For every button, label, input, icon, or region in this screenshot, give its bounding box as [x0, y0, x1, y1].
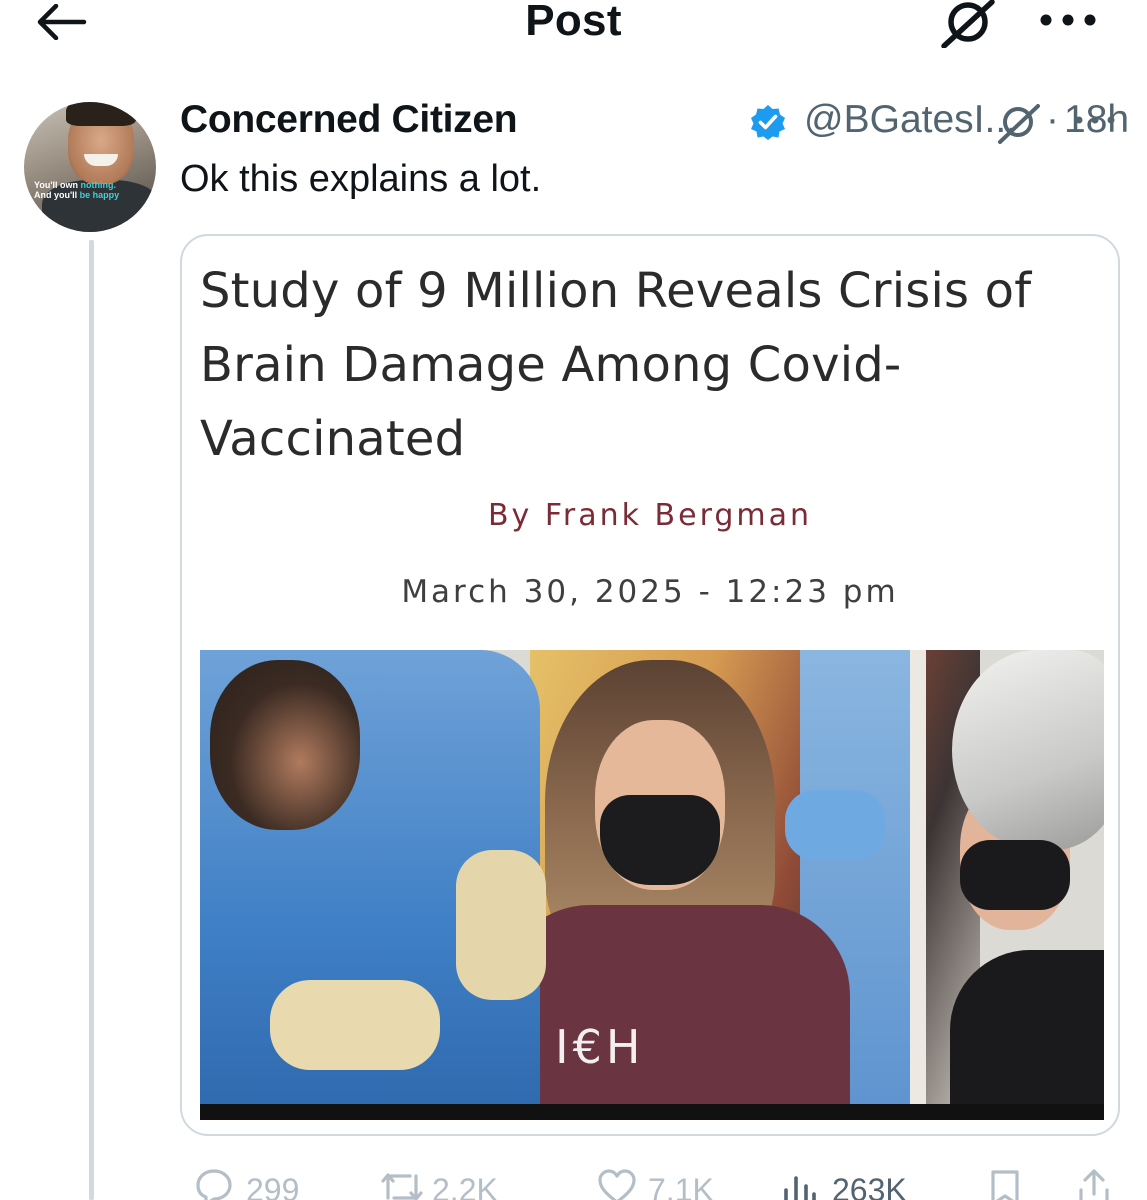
photo-bottom-bar [200, 1104, 1104, 1120]
analytics-bar-icon [784, 1176, 816, 1200]
article-byline: By Frank Bergman [487, 498, 813, 533]
photo-girl-mask [600, 795, 720, 885]
like-count: 7.1K [648, 1172, 714, 1200]
avatar[interactable] [24, 102, 156, 232]
post-action-bar: 299 2.2K 7.1K 263K [180, 1158, 1120, 1200]
photo-nurse-mask [960, 840, 1070, 910]
photo-blue-glove [785, 790, 885, 860]
avatar-hair [66, 102, 136, 126]
author-display-name[interactable]: Concerned Citizen [180, 98, 518, 142]
bookmark-icon [991, 1170, 1019, 1200]
article-dateline: March 30, 2025 - 12:23 pm [401, 574, 899, 610]
avatar-caption: You'll own nothing. And you'll be happy [34, 180, 154, 200]
embedded-image-card[interactable]: Study of 9 Million Reveals Crisis of Bra… [180, 234, 1120, 1136]
more-horizontal-icon [1075, 116, 1115, 124]
photo-nurse-body [950, 950, 1104, 1120]
heart-icon [598, 1169, 636, 1200]
photo-glove-syringe [270, 980, 440, 1070]
article-headline: Study of 9 Million Reveals Crisis of Bra… [200, 263, 1032, 467]
post-header: Concerned Citizen @BGatesI... · 18h [180, 98, 1129, 144]
article-photo: I€H [200, 650, 1104, 1120]
post-more-button[interactable] [1072, 110, 1118, 130]
avatar-caption-line1: You'll own [34, 180, 78, 190]
photo-shirt-text: I€H [555, 1020, 645, 1074]
avatar-caption-accent1: nothing. [80, 180, 116, 190]
more-horizontal-icon [1040, 14, 1096, 26]
views-count: 263K [832, 1172, 907, 1200]
grok-icon [941, 0, 995, 49]
top-bar: Post [0, 0, 1147, 60]
post-text: Ok this explains a lot. [180, 158, 542, 200]
repost-icon [381, 1173, 423, 1200]
grok-icon [998, 104, 1040, 144]
thread-line [89, 240, 94, 1200]
photo-girl-shirt [500, 905, 850, 1120]
share-icon [1079, 1169, 1109, 1200]
grok-button[interactable] [938, 0, 1000, 49]
verified-badge-icon [751, 105, 785, 140]
post-grok-button[interactable] [996, 102, 1042, 144]
photo-worker-head [210, 660, 360, 830]
repost-count: 2.2K [432, 1172, 498, 1200]
avatar-caption-line2: And you'll [34, 190, 78, 200]
avatar-caption-accent2: be happy [79, 190, 120, 200]
author-handle[interactable]: @BGatesI... [804, 98, 1017, 142]
photo-glove-shoulder [456, 850, 546, 1000]
more-options-button[interactable] [1036, 6, 1100, 32]
reply-icon [196, 1169, 232, 1200]
meta-separator: · [1046, 98, 1059, 141]
reply-count: 299 [246, 1172, 300, 1200]
